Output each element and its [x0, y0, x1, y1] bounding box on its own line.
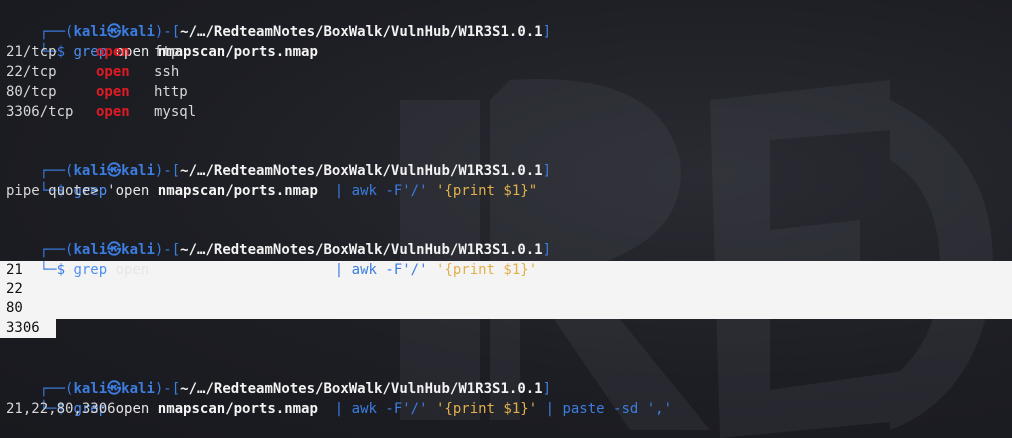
output-line[interactable]: 21 [6, 260, 23, 280]
command-file: nmapscan/ports.nmap [157, 401, 318, 417]
command-arg: open [115, 401, 150, 417]
terminal-window[interactable]: ┌──(kali㉿kali)-[~/…/RedteamNotes/BoxWalk… [0, 0, 1012, 438]
output-line[interactable]: 3306 [6, 318, 40, 338]
port-number: 22/tcp [6, 64, 57, 80]
selected-output-text: 22 [6, 281, 23, 297]
port-row: 22/tcp open ssh [6, 62, 179, 82]
selected-output-text: 80 [6, 300, 23, 316]
prompt-line: ┌──(kali㉿kali)-[~/…/RedteamNotes/BoxWalk… [6, 359, 551, 397]
awk-flag: -F'/' [385, 262, 428, 278]
pipe-quote-line: pipe quote> ' [6, 181, 116, 201]
command-file: nmapscan/ports.nmap [157, 44, 318, 60]
port-number: 21/tcp [6, 44, 57, 60]
pipe-operator: | [326, 183, 352, 199]
port-service: ftp [154, 44, 180, 60]
port-row: 21/tcp open ftp [6, 42, 179, 62]
output-line[interactable]: 22 [6, 279, 23, 299]
paste-output-text: 21,22,80,3306 [6, 401, 116, 417]
output-line[interactable]: 80 [6, 298, 23, 318]
awk-command: awk [351, 262, 377, 278]
prompt-bracket-end: ] [542, 163, 552, 179]
port-state: open [96, 44, 130, 60]
port-service: http [154, 84, 188, 100]
awk-flag: -F'/' [385, 401, 428, 417]
command-line[interactable]: └─$ grep open nmapscan/ports.nmap | awk … [6, 379, 672, 417]
pipe-operator: | [537, 401, 563, 417]
prompt-line: ┌──(kali㉿kali)-[~/…/RedteamNotes/BoxWalk… [6, 220, 551, 258]
command-file: nmapscan/ports.nmap [157, 262, 318, 278]
awk-program: '{print $1}' [435, 401, 538, 417]
awk-flag: -F'/' [385, 183, 428, 199]
awk-program: '{print $1}' [435, 262, 538, 278]
port-service: ssh [154, 64, 180, 80]
port-row: 80/tcp open http [6, 82, 188, 102]
prompt-line: ┌──(kali㉿kali)-[~/…/RedteamNotes/BoxWalk… [6, 141, 551, 179]
port-state: open [96, 64, 130, 80]
port-service: mysql [154, 104, 197, 120]
pipe-operator: | [326, 262, 352, 278]
command-line[interactable]: └─$ grep open nmapscan/ports.nmap | awk … [6, 161, 537, 199]
selected-output-text: 3306 [6, 320, 40, 336]
port-number: 80/tcp [6, 84, 57, 100]
port-number: 3306/tcp [6, 104, 74, 120]
awk-command: awk [351, 401, 377, 417]
command-line[interactable]: └─$ grep open nmapscan/ports.nmap [6, 22, 318, 60]
prompt-bracket-end: ] [542, 242, 552, 258]
command-name: grep [73, 262, 108, 278]
paste-command: paste -sd ',' [562, 401, 673, 417]
awk-command: awk [351, 183, 377, 199]
port-row: 3306/tcp open mysql [6, 102, 196, 122]
prompt-line: ┌──(kali㉿kali)-[~/…/RedteamNotes/BoxWalk… [6, 2, 551, 40]
selected-output-text: 21 [6, 262, 23, 278]
command-file: nmapscan/ports.nmap [157, 183, 318, 199]
pipe-operator: | [326, 401, 352, 417]
pipe-quote-text: pipe quote> ' [6, 183, 116, 199]
awk-program: '{print $1}" [435, 183, 538, 199]
port-state: open [96, 104, 130, 120]
prompt-bracket-end: ] [542, 24, 552, 40]
command-line[interactable]: └─$ grep open nmapscan/ports.nmap | awk … [6, 240, 537, 278]
port-state: open [96, 84, 130, 100]
command-arg: open [115, 262, 150, 278]
output-line: 21,22,80,3306 [6, 399, 116, 419]
prompt-arrow: └─$ [39, 262, 66, 278]
command-arg: open [115, 183, 150, 199]
